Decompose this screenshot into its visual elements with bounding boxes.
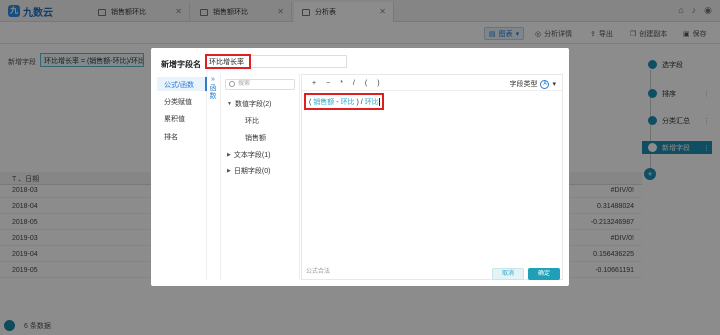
expr-field-mom: 环比 [340,99,355,106]
text-fields-group[interactable]: ▶ 文本字段(1) [227,150,270,160]
new-field-dialog: 新增字段名 环比增长率 公式/函数 分类赋值 累积值 排名 » 函数 搜索 ▼ 数… [151,48,569,286]
minus-operator[interactable]: − [326,80,330,87]
expr-field-mom: 环比 [364,99,379,106]
close-paren-operator[interactable]: ) [377,80,379,87]
date-fields-group[interactable]: ▶ 日期字段(0) [227,166,270,176]
formula-valid-status: 公式合法 [306,269,331,275]
field-type-label: 字段类型 [509,81,538,88]
text-cursor [378,98,380,107]
function-panel-toggle[interactable]: » 函数 [207,76,219,101]
confirm-button[interactable]: 确定 [528,268,560,280]
field-search-input[interactable]: 搜索 [225,79,295,90]
open-paren-operator[interactable]: ( [365,80,367,87]
nav-category-assign[interactable]: 分类赋值 [157,94,207,108]
multiply-operator[interactable]: * [340,80,343,87]
search-placeholder: 搜索 [238,81,251,87]
caret-right-icon: ▶ [227,168,231,174]
field-name-input[interactable]: 环比增长率 [205,54,251,69]
field-item-sales[interactable]: 销售额 [245,133,266,143]
calc-type-nav: 公式/函数 分类赋值 累积值 排名 [157,74,207,280]
nav-formula[interactable]: 公式/函数 [157,77,207,91]
divider [302,90,562,91]
formula-editor[interactable]: + − * / ( ) 字段类型 A ▾ ( 销售额 - 环比 ) / 环比 公… [301,74,563,280]
field-name-input-box[interactable] [251,55,347,68]
numeric-fields-group[interactable]: ▼ 数值字段(2) [227,99,272,109]
field-tree: 搜索 ▼ 数值字段(2) 环比 销售额 ▶ 文本字段(1) ▶ 日期字段(0) [220,74,300,280]
chevron-down-icon: ▾ [552,81,556,88]
cancel-button[interactable]: 取消 [492,268,524,280]
expr-field-sales: 销售额 [313,99,335,106]
dialog-title: 新增字段名 [161,60,201,69]
search-icon [229,81,235,87]
double-chevron-icon: » [211,76,215,83]
formula-expression[interactable]: ( 销售额 - 环比 ) / 环比 [304,93,384,110]
function-toggle-label: 函数 [209,85,217,100]
caret-down-icon: ▼ [227,101,232,107]
operator-bar: + − * / ( ) [312,80,380,87]
caret-right-icon: ▶ [227,152,231,158]
field-type-icon: A [540,79,550,89]
nav-cumulative[interactable]: 累积值 [157,111,207,125]
field-item-mom[interactable]: 环比 [245,116,259,126]
divide-operator[interactable]: / [353,80,355,87]
field-type-selector[interactable]: 字段类型 A ▾ [509,79,556,89]
nav-rank[interactable]: 排名 [157,129,207,143]
plus-operator[interactable]: + [312,80,316,87]
